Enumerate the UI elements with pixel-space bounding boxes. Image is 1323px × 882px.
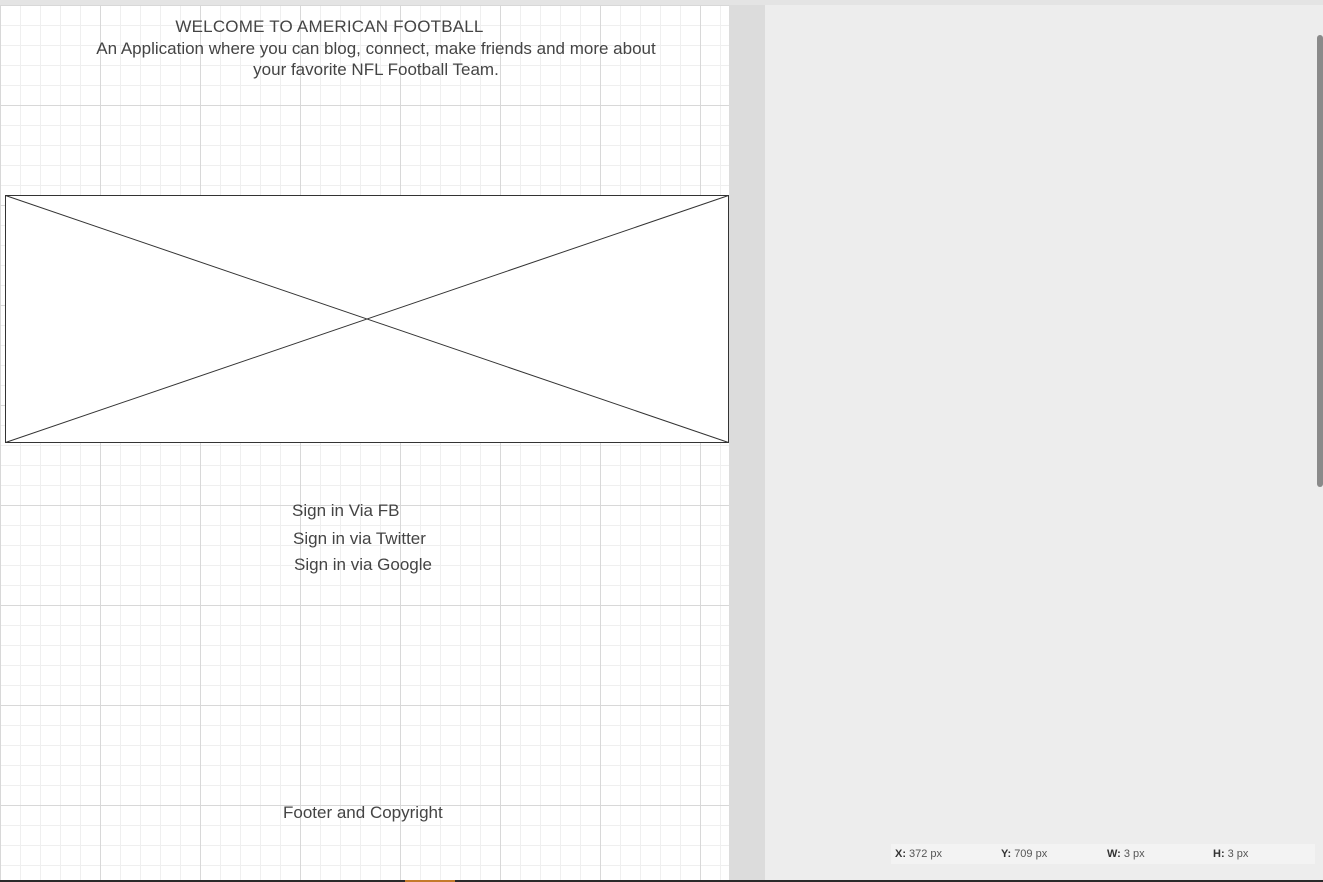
signin-fb-link[interactable]: Sign in Via FB	[292, 501, 399, 521]
wireframe-canvas[interactable]: WELCOME TO AMERICAN FOOTBALL An Applicat…	[0, 5, 729, 881]
canvas-gutter	[729, 5, 765, 881]
panel-scrollbar[interactable]	[1317, 35, 1323, 487]
signin-twitter-link[interactable]: Sign in via Twitter	[293, 529, 426, 549]
signin-google-link[interactable]: Sign in via Google	[294, 555, 432, 575]
w-readout: W: 3 px	[1107, 848, 1145, 860]
geometry-readout: X: 372 px Y: 709 px W: 3 px H: 3 px	[891, 844, 1315, 864]
h-readout: H: 3 px	[1213, 848, 1249, 860]
image-placeholder[interactable]	[5, 195, 729, 443]
y-readout: Y: 709 px	[1001, 848, 1048, 860]
x-readout: X: 372 px	[895, 848, 943, 860]
footer-text: Footer and Copyright	[283, 803, 443, 822]
page-heading: WELCOME TO AMERICAN FOOTBALL	[175, 17, 484, 36]
properties-panel	[765, 5, 1323, 881]
page-subtitle: An Application where you can blog, conne…	[96, 39, 656, 79]
